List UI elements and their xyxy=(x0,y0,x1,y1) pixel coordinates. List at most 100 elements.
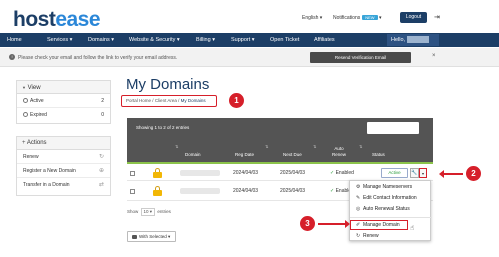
reg-date-cell: 2024/04/03 xyxy=(233,188,259,194)
wrench-icon[interactable]: 🔧 xyxy=(410,168,419,178)
filter-icon: ▼ xyxy=(22,85,26,90)
row-checkbox[interactable] xyxy=(130,189,135,194)
hostease-logo[interactable]: hostease xyxy=(13,8,101,32)
nav-affiliates[interactable]: Affiliates xyxy=(314,33,335,47)
column-next-due[interactable]: Next Due xyxy=(283,152,302,157)
action-transfer-domain[interactable]: Transfer in a Domain ⇄ xyxy=(17,178,110,192)
nav-website-security[interactable]: Website & Security ▾ xyxy=(129,33,180,47)
nav-domains[interactable]: Domains ▾ xyxy=(88,33,114,47)
view-filter-label: Active xyxy=(30,98,44,104)
show-label: Show xyxy=(127,209,139,214)
language-selector[interactable]: English ▾ xyxy=(302,15,322,21)
notifications-caret-icon: ▾ xyxy=(378,15,382,21)
showing-entries-text: Showing 1 to 2 of 2 entries xyxy=(136,125,190,130)
refresh-icon: ↻ xyxy=(356,233,361,239)
menu-item-label: Manage Nameservers xyxy=(363,184,413,190)
action-label: Register a New Domain xyxy=(23,168,76,174)
main-nav: Home Services ▾ Domains ▾ Website & Secu… xyxy=(0,33,499,47)
annotation-arrow-3 xyxy=(318,220,350,228)
annotation-badge-3: 3 xyxy=(300,216,315,231)
row-checkbox[interactable] xyxy=(130,171,135,176)
refresh-icon: ↻ xyxy=(98,154,104,160)
with-selected-button[interactable]: With Selected ▾ xyxy=(127,231,176,242)
with-selected-label: With Selected ▾ xyxy=(139,234,171,239)
nav-billing[interactable]: Billing ▾ xyxy=(196,33,215,47)
redacted-domain-name[interactable] xyxy=(180,170,220,176)
notifications-menu[interactable]: Notifications NEW ▾ xyxy=(333,15,381,21)
status-badge: Active xyxy=(381,168,408,178)
nav-support[interactable]: Support ▾ xyxy=(231,33,255,47)
menu-item-renew[interactable]: ↻ Renew xyxy=(350,231,432,241)
view-panel: ▼ View Active 2 Expired 0 xyxy=(16,80,111,124)
account-menu[interactable]: Hello, xyxy=(387,34,439,46)
breadcrumb-current: My Domains xyxy=(180,98,206,103)
column-status[interactable]: Status xyxy=(372,152,385,157)
hello-label: Hello, xyxy=(391,37,406,43)
row-actions-dropdown-toggle[interactable]: ▾ xyxy=(419,168,427,178)
menu-item-edit-contact[interactable]: ✎ Edit Contact Information xyxy=(350,193,432,203)
table-row[interactable]: 2024/04/03 2025/04/03 ✓ Enabled Active 🔧… xyxy=(127,162,433,181)
sort-icon[interactable]: ⇅ xyxy=(313,144,316,149)
table-search-input[interactable] xyxy=(367,122,419,134)
menu-item-manage-domain[interactable]: ✐ Manage Domain xyxy=(350,220,408,230)
redacted-domain-name[interactable] xyxy=(180,188,220,194)
action-register-domain[interactable]: Register a New Domain ⊕ xyxy=(17,164,110,178)
sort-icon[interactable]: ⇅ xyxy=(265,144,268,149)
breadcrumb-separator: / xyxy=(152,98,154,103)
menu-item-label: Manage Domain xyxy=(363,222,400,228)
view-filter-count: 0 xyxy=(101,112,104,118)
view-filter-active[interactable]: Active 2 xyxy=(17,94,110,108)
breadcrumb-client-area[interactable]: Client Area xyxy=(155,98,177,103)
annotation-badge-2: 2 xyxy=(466,166,481,181)
transfer-icon: ⇄ xyxy=(98,182,104,188)
nav-services[interactable]: Services ▾ xyxy=(47,33,72,47)
lock-icon xyxy=(153,168,162,178)
page-length-control: Show 10 ▾ entries xyxy=(127,208,171,216)
edit-icon: ✐ xyxy=(356,222,361,228)
column-auto-renew[interactable]: Auto Renew xyxy=(328,146,350,158)
column-domain[interactable]: Domain xyxy=(185,152,201,157)
lock-icon xyxy=(153,186,162,196)
sort-icon[interactable]: ⇅ xyxy=(175,144,178,149)
next-due-cell: 2025/04/03 xyxy=(280,188,306,194)
page-title: My Domains xyxy=(126,76,210,93)
actions-panel-header[interactable]: + Actions xyxy=(17,137,110,150)
entries-label: entries xyxy=(157,209,171,214)
column-reg-date[interactable]: Reg Date xyxy=(235,152,254,157)
menu-divider xyxy=(350,217,432,218)
view-panel-header[interactable]: ▼ View xyxy=(17,81,110,94)
menu-item-label: Auto Renewal Status xyxy=(363,206,410,212)
menu-item-label: Edit Contact Information xyxy=(363,195,417,201)
nav-open-ticket[interactable]: Open Ticket xyxy=(270,33,299,47)
view-filter-count: 2 xyxy=(101,98,104,104)
menu-item-auto-renewal[interactable]: ◎ Auto Renewal Status xyxy=(350,204,432,214)
menu-item-manage-nameservers[interactable]: ⚙ Manage Nameservers xyxy=(350,182,432,192)
page-length-select[interactable]: 10 ▾ xyxy=(140,208,156,216)
breadcrumb: Portal Home / Client Area / My Domains xyxy=(121,95,217,107)
hand-pointer-icon: ☝ xyxy=(410,225,415,232)
verify-email-alert: ! Please check your email and follow the… xyxy=(0,48,499,67)
logout-button[interactable]: Logout xyxy=(400,12,427,23)
info-icon: ! xyxy=(9,54,15,60)
close-icon[interactable]: × xyxy=(432,53,436,59)
view-filter-expired[interactable]: Expired 0 xyxy=(17,108,110,122)
auto-renew-label: Enabled xyxy=(335,170,354,176)
radio-icon xyxy=(23,98,28,104)
logo-text-host: host xyxy=(13,8,56,31)
nav-home[interactable]: Home xyxy=(7,33,22,47)
next-due-cell: 2025/04/03 xyxy=(280,170,306,176)
action-renew[interactable]: Renew ↻ xyxy=(17,150,110,164)
exit-icon[interactable]: ⇥ xyxy=(434,13,440,21)
menu-item-label: Renew xyxy=(363,233,379,239)
check-icon: ✓ xyxy=(330,188,335,194)
pencil-icon: ✎ xyxy=(356,195,361,201)
table-header: ⇅ Domain Reg Date ⇅ Next Due ⇅ Auto Rene… xyxy=(127,140,433,162)
view-filter-label: Expired xyxy=(30,112,47,118)
breadcrumb-home[interactable]: Portal Home xyxy=(126,98,151,103)
resend-verification-button[interactable]: Resend Verification Email xyxy=(310,52,411,63)
notifications-label: Notifications xyxy=(333,15,361,21)
actions-panel-title: Actions xyxy=(26,140,47,146)
alert-text: Please check your email and follow the l… xyxy=(18,55,178,61)
sort-icon[interactable]: ⇅ xyxy=(359,144,362,149)
auto-renew-cell: ✓ Enabled xyxy=(330,170,354,176)
